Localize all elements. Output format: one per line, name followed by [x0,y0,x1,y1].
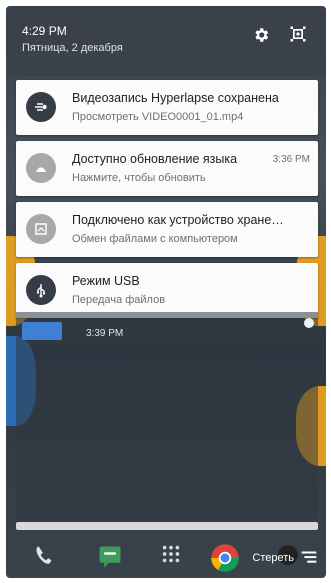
notification-card[interactable]: Режим USB Передача файлов [16,263,318,318]
apps-grid-icon[interactable] [160,543,182,565]
hyperlapse-icon [26,92,56,122]
scroll-indicator [304,318,314,328]
phone-screen: 4:29 PM Пятница, 2 декабря Видеозапись H… [6,6,326,578]
notification-list: Видеозапись Hyperlapse сохранена Просмот… [16,80,318,324]
notification-title: Режим USB [72,274,140,288]
notification-time: 3:36 PM [272,154,310,165]
notification-title: Доступно обновление языка [72,152,238,166]
clock: 4:29 PM [22,24,67,38]
notification-header: 4:29 PM Пятница, 2 декабря [6,6,326,76]
notification-title: Подключено как устройство хране… [72,213,284,227]
gear-icon[interactable] [252,26,270,44]
notification-subtitle: Нажмите, чтобы обновить [72,172,206,184]
notification-card[interactable]: Подключено как устройство хране… Обмен ф… [16,202,318,257]
language-update-icon [26,153,56,183]
storage-icon [26,214,56,244]
usb-icon [26,275,56,305]
notification-subtitle: Просмотреть VIDEO0001_01.mp4 [72,111,244,123]
background-content: 3:39 PM [16,312,318,522]
background-time: 3:39 PM [86,328,124,339]
notification-subtitle: Обмен файлами с компьютером [72,233,238,245]
app-preview [22,322,62,340]
phone-icon[interactable] [32,543,58,569]
clear-all-button[interactable]: Стереть [252,552,294,564]
quick-settings-icon[interactable] [288,24,308,44]
shade-handle[interactable] [16,522,318,530]
date-label: Пятница, 2 декабря [22,42,123,54]
notification-card[interactable]: Доступно обновление языка 3:36 PM Нажмит… [16,141,318,196]
notification-title: Видеозапись Hyperlapse сохранена [72,91,279,105]
chrome-icon[interactable] [210,543,240,573]
notification-subtitle: Передача файлов [72,294,166,306]
notification-card[interactable]: Видеозапись Hyperlapse сохранена Просмот… [16,80,318,135]
clear-all-icon[interactable] [298,546,320,568]
messages-icon[interactable] [96,543,124,571]
